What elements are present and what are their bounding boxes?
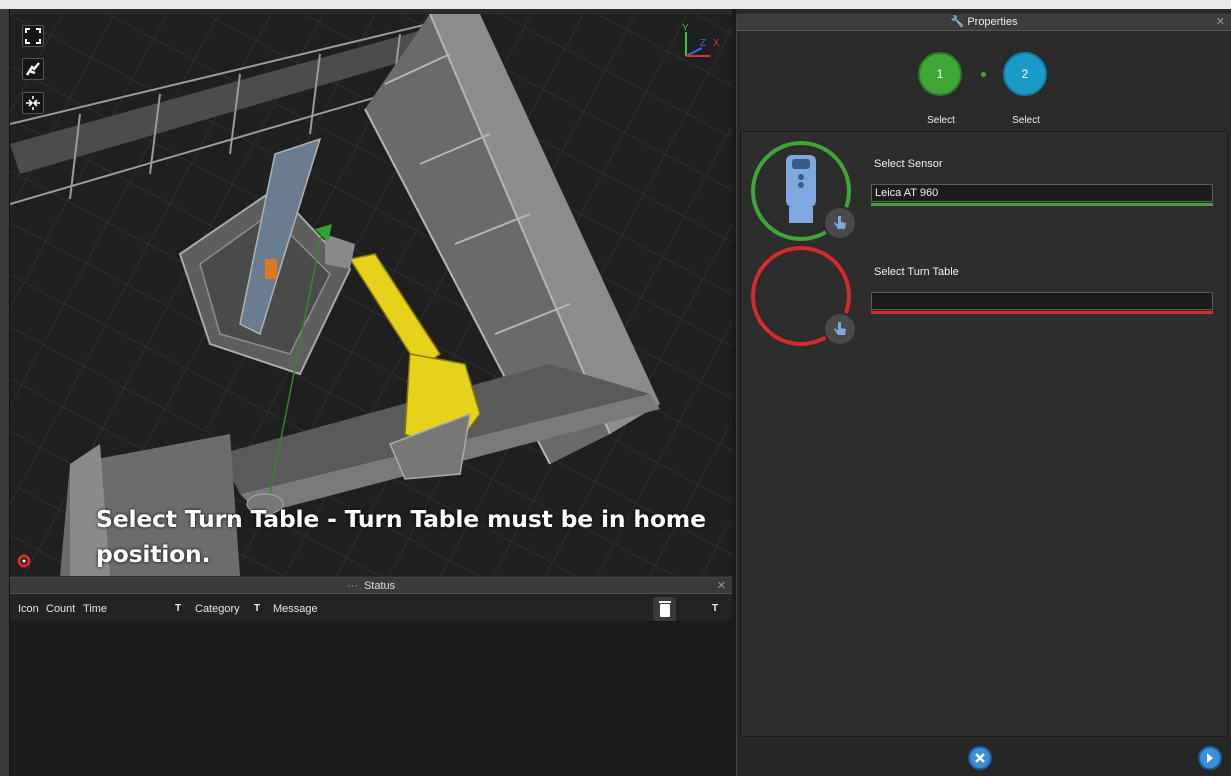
clear-log-button[interactable] xyxy=(653,597,676,621)
properties-content: Select Sensor Leica AT 960 Select Turn T… xyxy=(740,131,1228,737)
column-count[interactable]: Count xyxy=(46,603,75,615)
step-1-indicator[interactable]: 1 xyxy=(918,52,962,96)
time-filter-icon[interactable]: T xyxy=(175,603,181,614)
status-close-icon[interactable]: ✕ xyxy=(717,578,726,594)
turntable-field[interactable] xyxy=(871,292,1213,310)
fullscreen-button[interactable] xyxy=(22,25,44,47)
step-2-number: 2 xyxy=(1021,67,1029,81)
pick-sensor-button[interactable] xyxy=(823,206,857,240)
pick-turntable-button[interactable] xyxy=(823,312,857,346)
step-1-label: Select xyxy=(927,115,955,126)
axis-z-label: Z xyxy=(700,38,706,49)
next-icon xyxy=(1207,753,1213,763)
step-2-indicator[interactable]: 2 xyxy=(1003,52,1047,96)
axis-x-label: X xyxy=(713,38,720,49)
instruction-overlay: Select Turn Table - Turn Table must be i… xyxy=(96,505,706,568)
cancel-icon xyxy=(975,753,985,763)
status-panel: ··· Status ✕ Icon Count Time T Category … xyxy=(10,577,732,776)
properties-footer xyxy=(737,738,1231,776)
window-top-bar xyxy=(0,0,1231,9)
trash-icon xyxy=(658,601,671,617)
properties-title: Properties xyxy=(967,16,1018,28)
app-logo-icon xyxy=(17,554,31,568)
status-panel-titlebar: ··· Status ✕ xyxy=(10,578,732,594)
turntable-invalid-bar xyxy=(871,311,1213,314)
column-category[interactable]: Category xyxy=(195,603,240,615)
wrench-icon: 🔧 xyxy=(950,16,965,28)
fullscreen-icon xyxy=(25,28,41,44)
status-panel-title: Status xyxy=(363,580,396,592)
fit-view-button[interactable] xyxy=(22,92,44,114)
left-dock-strip xyxy=(0,9,10,776)
sensor-label: Select Sensor xyxy=(874,158,943,170)
hand-tool-icon xyxy=(25,62,40,76)
turntable-label: Select Turn Table xyxy=(874,266,959,278)
step-1-number: 1 xyxy=(936,67,944,81)
next-button[interactable] xyxy=(1198,746,1222,770)
category-filter-icon[interactable]: T xyxy=(254,603,260,614)
drag-grip-icon[interactable]: ··· xyxy=(347,580,358,592)
step-connector xyxy=(981,72,986,77)
column-time[interactable]: Time xyxy=(83,603,107,615)
step-2-label: Select xyxy=(1012,115,1040,126)
properties-titlebar: 🔧 Properties ✕ xyxy=(737,14,1231,31)
hand-tool-button[interactable] xyxy=(22,58,44,80)
axis-y-label: Y xyxy=(682,23,689,34)
scene-render xyxy=(10,14,732,576)
axis-gizmo: Y Z X xyxy=(682,23,720,57)
cancel-button[interactable] xyxy=(968,746,992,770)
pointer-hand-icon xyxy=(834,216,846,229)
pointer-hand-icon xyxy=(834,322,846,335)
status-table-header: Icon Count Time T Category T Message T xyxy=(10,594,732,622)
3d-viewport[interactable]: Y Z X Select Turn Table - Turn Table mus… xyxy=(10,14,732,576)
sensor-valid-bar xyxy=(871,203,1213,206)
properties-close-icon[interactable]: ✕ xyxy=(1216,14,1225,31)
column-message[interactable]: Message xyxy=(273,603,318,615)
message-filter-icon[interactable]: T xyxy=(712,603,718,614)
column-icon[interactable]: Icon xyxy=(18,603,39,615)
fit-view-icon xyxy=(26,96,40,110)
sensor-field[interactable]: Leica AT 960 xyxy=(871,184,1213,202)
properties-panel: 🔧 Properties ✕ 1 2 Select Select Select … xyxy=(736,14,1231,776)
